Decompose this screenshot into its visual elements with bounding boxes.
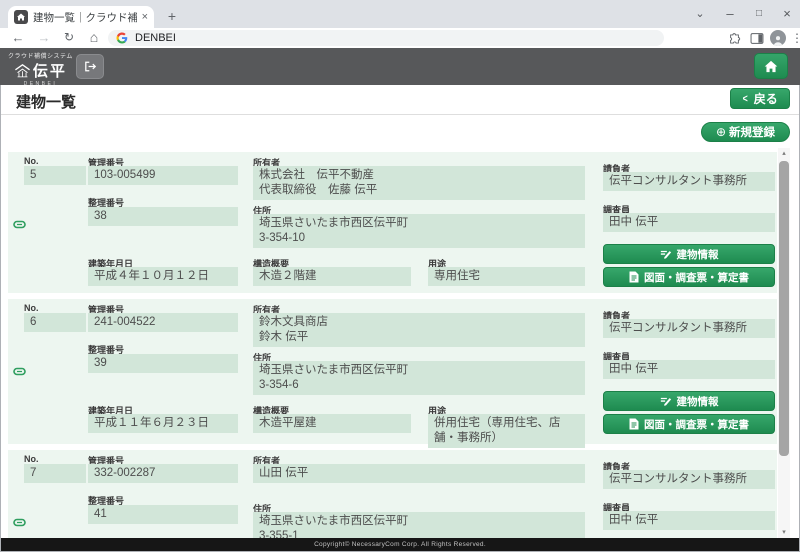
- documents-button[interactable]: 図面・調査票・算定書: [603, 414, 775, 434]
- nav-forward-icon[interactable]: →: [34, 28, 54, 48]
- scroll-down-icon[interactable]: ▾: [778, 527, 790, 538]
- logout-icon: [83, 60, 97, 73]
- plus-circle-icon: ⊕: [716, 125, 726, 139]
- tab-search-icon[interactable]: ⌄: [686, 0, 714, 28]
- home-icon: [764, 60, 778, 73]
- site-favicon-icon: [14, 10, 28, 24]
- list-edit-icon: [660, 396, 672, 407]
- field-built: 平成１１年６月２３日: [88, 414, 238, 433]
- list-edit-icon: [660, 249, 672, 260]
- side-panel-icon[interactable]: [750, 29, 764, 47]
- field-kanri: 241-004522: [88, 313, 238, 332]
- field-use: 併用住宅（専用住宅、店舗・事務所）: [428, 414, 585, 448]
- browser-window: 建物一覧｜クラウド補償システム 伝平 × + ⌄ – □ × ← → ↻ ⌂ D…: [0, 0, 800, 552]
- page-title-bar: 建物一覧 < 戻る: [1, 85, 799, 115]
- field-address: 埼玉県さいたま市西区伝平町 3-354-6: [253, 361, 585, 395]
- field-owner: 株式会社 伝平不動産 代表取締役 佐藤 伝平: [253, 166, 585, 200]
- link-icon[interactable]: [13, 363, 26, 381]
- building-record-card: No. 5 管理番号 103-005499 整理番号 38 建築年月日 平成４年…: [8, 152, 777, 293]
- link-icon[interactable]: [13, 514, 26, 532]
- new-tab-button[interactable]: +: [163, 7, 181, 25]
- page-footer: Copyright© NecessaryCom Corp. All Rights…: [1, 538, 799, 551]
- field-seiri: 38: [88, 207, 238, 226]
- close-window-button[interactable]: ×: [773, 0, 800, 28]
- new-registration-label: 新規登録: [729, 124, 775, 140]
- maximize-button[interactable]: □: [745, 0, 773, 28]
- documents-button[interactable]: 図面・調査票・算定書: [603, 267, 775, 287]
- app-header: クラウド補償システム 伝平 DENBEI: [0, 48, 800, 85]
- browser-toolbar: ← → ↻ ⌂ DENBEI ⋮: [0, 28, 800, 48]
- logo-main-text: 伝平: [33, 60, 67, 81]
- field-no: 7: [24, 464, 86, 483]
- building-list: No. 5 管理番号 103-005499 整理番号 38 建築年月日 平成４年…: [8, 148, 777, 538]
- page-title: 建物一覧: [16, 91, 76, 112]
- back-chevron-icon: <: [743, 93, 748, 105]
- tab-title: 建物一覧｜クラウド補償システム 伝平: [33, 10, 137, 25]
- field-investigator: 田中 伝平: [603, 360, 775, 379]
- back-button-label: 戻る: [754, 90, 778, 107]
- google-icon: [116, 32, 128, 44]
- field-no: 5: [24, 166, 86, 185]
- field-contractor: 伝平コンサルタント事務所: [603, 470, 775, 489]
- logo-system-name: クラウド補償システム: [8, 51, 73, 60]
- scroll-up-icon[interactable]: ▴: [778, 148, 790, 159]
- building-info-button[interactable]: 建物情報: [603, 244, 775, 264]
- field-investigator: 田中 伝平: [603, 213, 775, 232]
- label-no: No.: [24, 156, 39, 166]
- field-contractor: 伝平コンサルタント事務所: [603, 172, 775, 191]
- scrollbar-thumb[interactable]: [779, 161, 789, 456]
- minimize-button[interactable]: –: [716, 0, 744, 28]
- address-text: DENBEI: [135, 32, 176, 44]
- field-investigator: 田中 伝平: [603, 511, 775, 530]
- field-address: 埼玉県さいたま市西区伝平町 3-354-10: [253, 214, 585, 248]
- denbei-house-icon: [14, 63, 31, 78]
- nav-back-icon[interactable]: ←: [8, 28, 28, 48]
- browser-home-icon[interactable]: ⌂: [84, 28, 104, 48]
- action-bar: ⊕ 新規登録: [1, 116, 799, 148]
- link-icon[interactable]: [13, 216, 26, 234]
- building-record-card: No. 7 管理番号 332-002287 整理番号 41 所有者 山田 伝平 …: [8, 450, 777, 538]
- field-contractor: 伝平コンサルタント事務所: [603, 319, 775, 338]
- documents-label: 図面・調査票・算定書: [644, 270, 749, 285]
- field-no: 6: [24, 313, 86, 332]
- field-use: 専用住宅: [428, 267, 585, 286]
- document-icon: [629, 418, 639, 430]
- copyright-text: Copyright© NecessaryCom Corp. All Rights…: [314, 541, 486, 548]
- field-kanri: 103-005499: [88, 166, 238, 185]
- page-back-button[interactable]: < 戻る: [730, 88, 790, 109]
- new-registration-button[interactable]: ⊕ 新規登録: [701, 122, 790, 142]
- profile-avatar[interactable]: [770, 29, 786, 47]
- tab-bar: 建物一覧｜クラウド補償システム 伝平 × + ⌄ – □ ×: [0, 0, 800, 28]
- field-seiri: 41: [88, 505, 238, 524]
- documents-label: 図面・調査票・算定書: [644, 417, 749, 432]
- field-kanri: 332-002287: [88, 464, 238, 483]
- browser-tab[interactable]: 建物一覧｜クラウド補償システム 伝平 ×: [8, 6, 154, 28]
- browser-menu-icon[interactable]: ⋮: [791, 29, 800, 47]
- field-built: 平成４年１０月１２日: [88, 267, 238, 286]
- field-owner: 山田 伝平: [253, 464, 585, 483]
- tab-close-icon[interactable]: ×: [142, 12, 148, 23]
- address-bar[interactable]: DENBEI: [108, 30, 664, 46]
- field-structure: 木造２階建: [253, 267, 411, 286]
- label-no: No.: [24, 303, 39, 313]
- building-record-card: No. 6 管理番号 241-004522 整理番号 39 建築年月日 平成１１…: [8, 299, 777, 444]
- document-icon: [629, 271, 639, 283]
- field-owner: 鈴木文具商店 鈴木 伝平: [253, 313, 585, 347]
- field-address: 埼玉県さいたま市西区伝平町 3-355-1: [253, 512, 585, 538]
- scrollbar: ▴ ▾: [778, 148, 790, 538]
- app-home-button[interactable]: [754, 53, 788, 79]
- building-info-label: 建物情報: [677, 394, 719, 409]
- app-logo[interactable]: クラウド補償システム 伝平 DENBEI: [8, 51, 73, 87]
- building-info-button[interactable]: 建物情報: [603, 391, 775, 411]
- reload-icon[interactable]: ↻: [59, 28, 79, 48]
- label-no: No.: [24, 454, 39, 464]
- building-info-label: 建物情報: [677, 247, 719, 262]
- field-seiri: 39: [88, 354, 238, 373]
- extensions-icon[interactable]: [728, 29, 741, 47]
- logout-button[interactable]: [76, 54, 104, 79]
- field-structure: 木造平屋建: [253, 414, 411, 433]
